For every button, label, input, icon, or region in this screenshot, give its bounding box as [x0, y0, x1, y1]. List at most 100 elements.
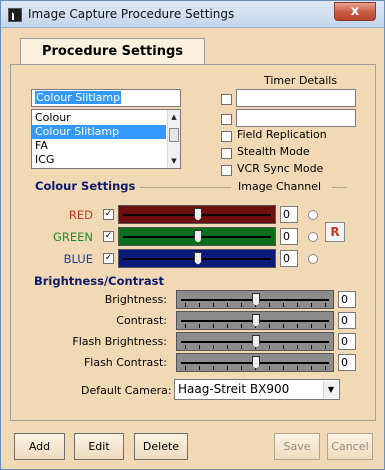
slider-thumb[interactable]: [194, 252, 202, 265]
reset-colour-button[interactable]: R: [325, 222, 345, 242]
blue-channel-value[interactable]: 0: [280, 250, 298, 267]
add-button-label: Add: [28, 440, 51, 453]
slider-tick: [199, 345, 200, 349]
slider-tick: [227, 324, 228, 328]
slider-thumb[interactable]: [252, 356, 260, 369]
slider-tick: [311, 303, 312, 307]
default-camera-label: Default Camera:: [81, 384, 172, 397]
tab-procedure-settings[interactable]: Procedure Settings: [20, 38, 205, 65]
slider-tick: [283, 345, 284, 349]
procedure-list-item[interactable]: FA: [32, 139, 166, 153]
red-channel-checkbox[interactable]: ✓: [103, 209, 114, 220]
procedure-list[interactable]: Colour Colour Slitlamp FA ICG ▲ ▼: [31, 109, 181, 169]
timer-1-checkbox[interactable]: [221, 94, 232, 105]
blue-channel-radio[interactable]: [308, 254, 318, 264]
red-channel-slider[interactable]: [118, 205, 276, 224]
bc-slider[interactable]: [176, 290, 334, 309]
slider-tick: [269, 303, 270, 307]
slider-tick: [283, 366, 284, 370]
stealth-mode-checkbox[interactable]: [221, 148, 232, 159]
delete-button[interactable]: Delete: [134, 433, 188, 460]
slider-tick: [269, 324, 270, 328]
bc-slider[interactable]: [176, 353, 334, 372]
stealth-mode-label: Stealth Mode: [237, 145, 310, 158]
red-channel-radio[interactable]: [308, 210, 318, 220]
slider-thumb[interactable]: [252, 293, 260, 306]
green-channel-checkbox[interactable]: ✓: [103, 231, 114, 242]
slider-tick: [185, 324, 186, 328]
bc-value[interactable]: 0: [338, 312, 356, 329]
scroll-up-icon[interactable]: ▲: [170, 113, 178, 121]
slider-thumb[interactable]: [252, 314, 260, 327]
red-channel-label: RED: [68, 208, 93, 222]
red-channel-value[interactable]: 0: [280, 206, 298, 223]
slider-tick: [185, 366, 186, 370]
slider-tick: [241, 366, 242, 370]
procedure-name-input[interactable]: Colour Slitlamp: [31, 89, 181, 107]
slider-tick: [325, 345, 326, 349]
slider-thumb[interactable]: [194, 208, 202, 221]
slider-tick: [283, 324, 284, 328]
bc-value[interactable]: 0: [338, 354, 356, 371]
slider-tick: [311, 345, 312, 349]
green-channel-slider[interactable]: [118, 227, 276, 246]
default-camera-value: Haag-Streit BX900: [178, 382, 290, 396]
channel-group-divider: [332, 187, 347, 188]
add-button[interactable]: Add: [14, 433, 65, 460]
edit-button[interactable]: Edit: [74, 433, 124, 460]
procedure-list-item[interactable]: Colour: [32, 111, 166, 125]
slider-tick: [213, 345, 214, 349]
procedure-list-item[interactable]: ICG: [32, 153, 166, 167]
slider-tick: [325, 324, 326, 328]
timer-2-input[interactable]: [236, 109, 356, 127]
slider-tick: [185, 303, 186, 307]
slider-tick: [199, 366, 200, 370]
bc-value[interactable]: 0: [338, 333, 356, 350]
blue-channel-checkbox[interactable]: ✓: [103, 253, 114, 264]
procedure-list-item[interactable]: Colour Slitlamp: [32, 125, 166, 139]
close-button[interactable]: x: [334, 2, 376, 21]
slider-tick: [213, 324, 214, 328]
default-camera-select[interactable]: Haag-Streit BX900 ▼: [174, 379, 340, 400]
bc-row-label: Contrast:: [116, 314, 167, 327]
green-channel-value[interactable]: 0: [280, 228, 298, 245]
slider-tick: [325, 366, 326, 370]
dialog-window: Image Capture Procedure Settings x Proce…: [0, 0, 385, 470]
slider-thumb[interactable]: [252, 335, 260, 348]
slider-tick: [269, 366, 270, 370]
slider-tick: [297, 303, 298, 307]
save-button[interactable]: Save: [274, 433, 320, 460]
timer-details-title: Timer Details: [264, 74, 338, 87]
green-channel-label: GREEN: [52, 230, 93, 244]
client-area: Procedure Settings Colour Slitlamp Colou…: [8, 29, 378, 463]
scroll-down-icon[interactable]: ▼: [170, 157, 178, 165]
title-bar[interactable]: Image Capture Procedure Settings x: [1, 1, 384, 28]
vcr-sync-mode-checkbox[interactable]: [221, 165, 232, 176]
brightness-contrast-title: Brightness/Contrast: [34, 274, 164, 288]
bc-slider[interactable]: [176, 311, 334, 330]
cancel-button-label: Cancel: [331, 440, 369, 453]
procedure-list-scrollbar[interactable]: ▲ ▼: [167, 110, 180, 168]
vcr-sync-mode-label: VCR Sync Mode: [237, 162, 324, 175]
edit-button-label: Edit: [88, 440, 110, 453]
bc-row-label: Flash Brightness:: [72, 335, 167, 348]
image-channel-title: Image Channel: [238, 180, 322, 193]
slider-tick: [311, 366, 312, 370]
slider-tick: [227, 303, 228, 307]
dropdown-arrow-icon[interactable]: ▼: [323, 381, 338, 398]
slider-tick: [241, 303, 242, 307]
timer-2-checkbox[interactable]: [221, 114, 232, 125]
scroll-thumb[interactable]: [169, 128, 179, 142]
bc-slider[interactable]: [176, 332, 334, 351]
slider-thumb[interactable]: [194, 230, 202, 243]
cancel-button[interactable]: Cancel: [327, 433, 373, 460]
field-replication-checkbox[interactable]: [221, 131, 232, 142]
slider-tick: [241, 345, 242, 349]
timer-1-input[interactable]: [236, 89, 356, 107]
green-channel-radio[interactable]: [308, 232, 318, 242]
slider-tick: [213, 303, 214, 307]
blue-channel-slider[interactable]: [118, 249, 276, 268]
bc-value[interactable]: 0: [338, 291, 356, 308]
slider-tick: [283, 303, 284, 307]
slider-tick: [199, 324, 200, 328]
